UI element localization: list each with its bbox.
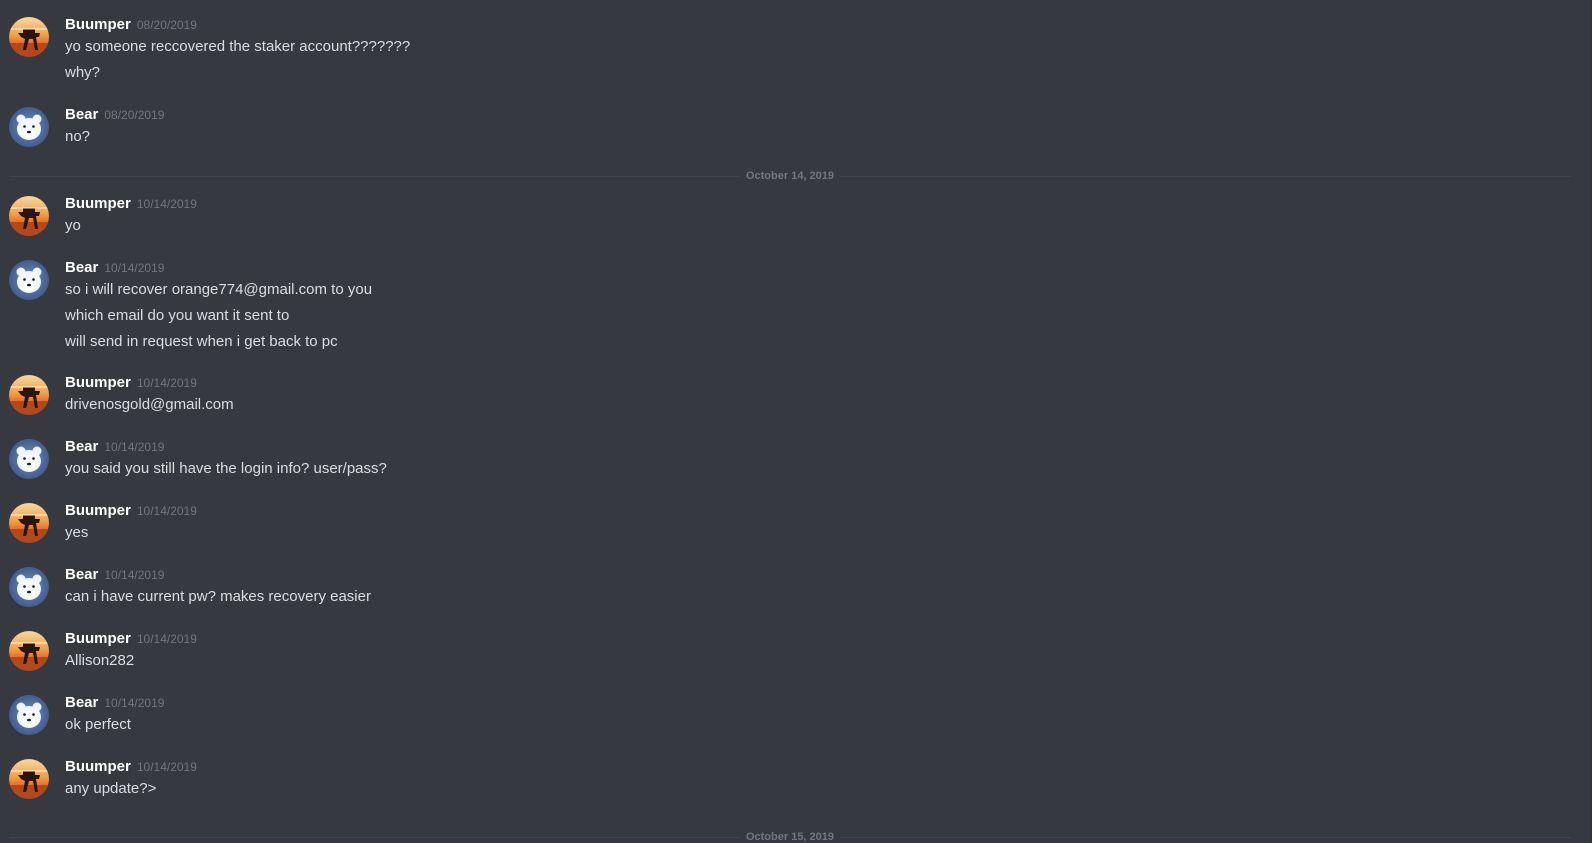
username[interactable]: Buumper <box>65 502 131 519</box>
bear-avatar-image <box>9 567 49 607</box>
username[interactable]: Buumper <box>65 374 131 391</box>
date-divider-label: October 15, 2019 <box>739 831 841 843</box>
timestamp: 08/20/2019 <box>104 108 165 122</box>
avatar[interactable] <box>9 107 49 147</box>
message-text: any update?> <box>65 780 157 797</box>
message-text: which email do you want it sent to <box>65 307 290 324</box>
avatar[interactable] <box>9 759 49 799</box>
message-header: Buumper 10/14/2019 <box>65 373 197 393</box>
timestamp: 10/14/2019 <box>136 197 197 211</box>
username[interactable]: Bear <box>65 694 98 711</box>
username[interactable]: Buumper <box>65 195 131 212</box>
avatar[interactable] <box>9 260 49 300</box>
timestamp: 08/20/2019 <box>136 18 197 32</box>
message-text: yo someone reccovered the staker account… <box>65 38 411 55</box>
message-header: Bear 10/14/2019 <box>65 258 164 278</box>
avatar[interactable] <box>9 439 49 479</box>
date-divider: October 15, 2019 <box>9 831 1571 843</box>
message-header: Buumper 10/14/2019 <box>65 757 197 777</box>
buumper-avatar-image <box>9 17 49 57</box>
buumper-avatar-image <box>9 503 49 543</box>
message-text: Allison282 <box>65 652 135 669</box>
username[interactable]: Buumper <box>65 630 131 647</box>
avatar[interactable] <box>9 567 49 607</box>
timestamp: 10/14/2019 <box>136 376 197 390</box>
previous-divider-stub <box>0 0 1592 2</box>
message-header: Bear 10/14/2019 <box>65 437 164 457</box>
username[interactable]: Bear <box>65 566 98 583</box>
username[interactable]: Buumper <box>65 16 131 33</box>
message-header: Buumper 10/14/2019 <box>65 629 197 649</box>
message-header: Buumper 10/14/2019 <box>65 194 197 214</box>
message-text: ok perfect <box>65 716 131 733</box>
bear-avatar-image <box>9 260 49 300</box>
username[interactable]: Buumper <box>65 758 131 775</box>
avatar[interactable] <box>9 695 49 735</box>
buumper-avatar-image <box>9 759 49 799</box>
message-text: can i have current pw? makes recovery ea… <box>65 588 371 605</box>
timestamp: 10/14/2019 <box>104 696 165 710</box>
date-divider-label: October 14, 2019 <box>739 170 841 182</box>
message-header: Buumper 10/14/2019 <box>65 501 197 521</box>
username[interactable]: Bear <box>65 438 98 455</box>
message-text: will send in request when i get back to … <box>65 333 338 350</box>
bear-avatar-image <box>9 439 49 479</box>
message-text: drivenosgold@gmail.com <box>65 396 234 413</box>
chat-log: Buumper 08/20/2019 yo someone reccovered … <box>0 0 1592 843</box>
timestamp: 10/14/2019 <box>136 760 197 774</box>
username[interactable]: Bear <box>65 259 98 276</box>
message-header: Bear 08/20/2019 <box>65 105 164 125</box>
message-text: no? <box>65 128 91 145</box>
buumper-avatar-image <box>9 631 49 671</box>
message-text: so i will recover orange774@gmail.com to… <box>65 281 373 298</box>
avatar[interactable] <box>9 375 49 415</box>
date-divider: October 14, 2019 <box>9 170 1571 182</box>
message-header: Buumper 08/20/2019 <box>65 15 197 35</box>
message-text: yes <box>65 524 89 541</box>
message-text: why? <box>65 64 101 81</box>
avatar[interactable] <box>9 196 49 236</box>
avatar[interactable] <box>9 631 49 671</box>
timestamp: 10/14/2019 <box>104 440 165 454</box>
username[interactable]: Bear <box>65 106 98 123</box>
timestamp: 10/14/2019 <box>136 632 197 646</box>
buumper-avatar-image <box>9 196 49 236</box>
bear-avatar-image <box>9 107 49 147</box>
buumper-avatar-image <box>9 375 49 415</box>
message-header: Bear 10/14/2019 <box>65 565 164 585</box>
message-text: yo <box>65 217 81 234</box>
timestamp: 10/14/2019 <box>104 261 165 275</box>
avatar[interactable] <box>9 503 49 543</box>
message-header: Bear 10/14/2019 <box>65 693 164 713</box>
timestamp: 10/14/2019 <box>104 568 165 582</box>
bear-avatar-image <box>9 695 49 735</box>
timestamp: 10/14/2019 <box>136 504 197 518</box>
message-text: you said you still have the login info? … <box>65 460 387 477</box>
avatar[interactable] <box>9 17 49 57</box>
